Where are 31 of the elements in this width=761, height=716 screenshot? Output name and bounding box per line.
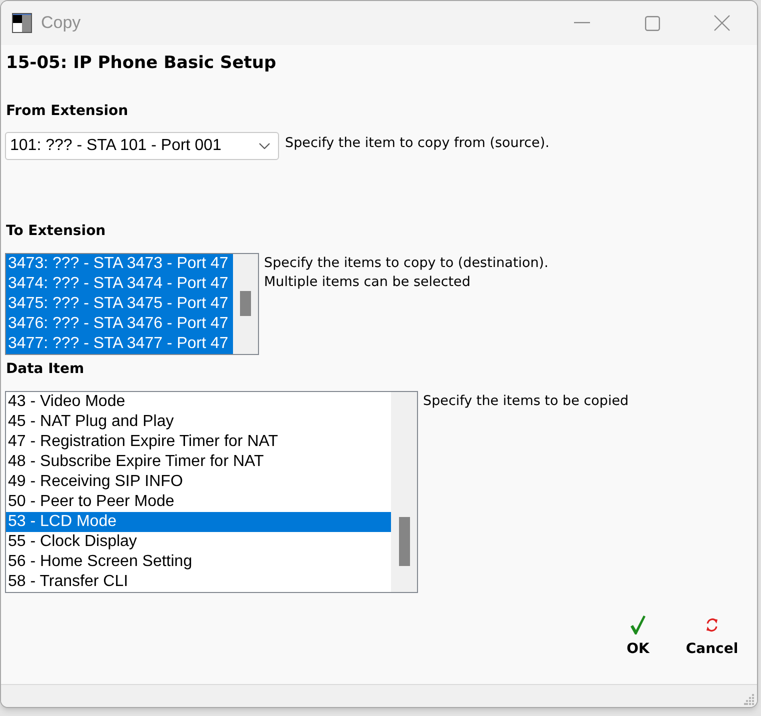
scrollbar-track[interactable] — [233, 254, 258, 354]
list-item[interactable]: 3476: ??? - STA 3476 - Port 47 — [6, 314, 233, 334]
list-item[interactable]: 3475: ??? - STA 3475 - Port 47 — [6, 294, 233, 314]
app-icon — [12, 13, 32, 33]
listbox[interactable] — [5, 391, 418, 593]
maximize-icon — [644, 16, 660, 30]
list-item[interactable]: 3477: ??? - STA 3477 - Port 47 — [6, 334, 233, 354]
scrollbar-track[interactable] — [391, 392, 417, 592]
hint-text: Specify the item to copy from (source). — [285, 134, 550, 153]
section-label: From Extension — [6, 102, 128, 121]
scrollbar-thumb[interactable] — [398, 517, 410, 566]
minimize-icon — [574, 22, 590, 24]
listbox[interactable]: 3473: ??? - STA 3473 - Port 47 3474: ??? - STA 3474 - Port 47 3475: ??? - STA 3475 - Port 47 3476: ??? - STA 3476 - Port 47 3477: ??? - STA 3477 - Port 47 — [5, 253, 259, 355]
window-title: Copy — [41, 12, 81, 34]
close-icon — [714, 15, 730, 31]
section-label: To Extension — [6, 222, 106, 241]
resize-grip-icon[interactable] — [744, 694, 755, 705]
scrollbar-thumb[interactable] — [240, 291, 251, 316]
list-item[interactable]: 3473: ??? - STA 3473 - Port 47 — [6, 254, 233, 274]
hint-text: Specify the items to be copied — [423, 392, 629, 411]
check-icon — [630, 615, 646, 635]
hint-text: Multiple items can be selected — [264, 273, 470, 292]
list-item[interactable]: 53 - LCD Mode — [6, 512, 391, 532]
cancel-button[interactable]: Cancel — [680, 615, 744, 658]
chevron-down-icon — [259, 143, 270, 149]
extension-dropdown[interactable]: 101: ??? - STA 101 - Port 001 — [5, 132, 279, 160]
list-item[interactable]: 3474: ??? - STA 3474 - Port 47 — [6, 274, 233, 294]
section-label: Data Item — [6, 360, 84, 379]
dialog-heading: 15-05: IP Phone Basic Setup — [6, 52, 276, 74]
hint-text: Specify the items to copy to (destination). — [264, 254, 548, 273]
ok-button[interactable]: OK — [618, 615, 658, 658]
